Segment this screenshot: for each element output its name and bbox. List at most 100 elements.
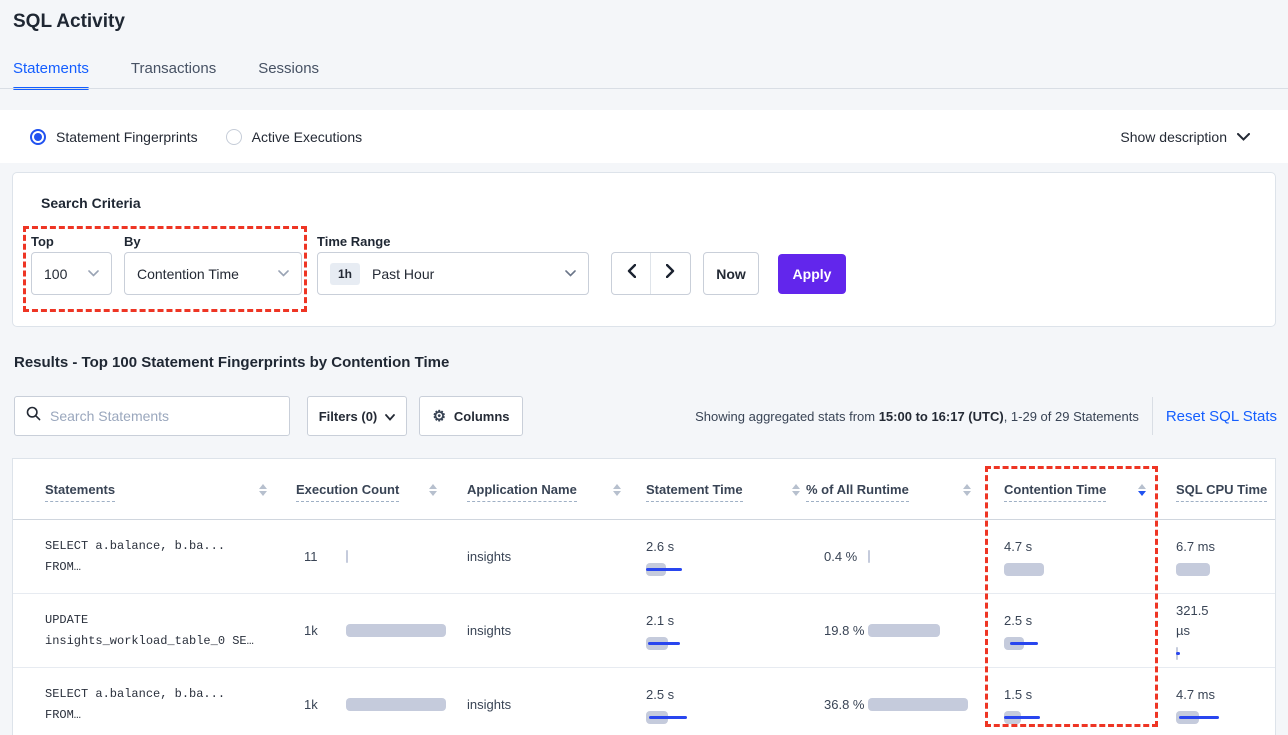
search-icon [26,406,41,426]
sort-icon-contention-time-desc[interactable] [1138,484,1146,496]
tab-transactions[interactable]: Transactions [131,60,216,90]
execution-count-cell: 1k [296,594,464,667]
sort-icon-execution-count[interactable] [429,484,437,496]
statement-time-cell: 2.5 s [646,668,796,735]
top-select-value: 100 [44,266,67,282]
sql-cpu-time-cell: 6.7 ms [1176,520,1271,593]
sql-cpu-time-bar [1176,711,1266,724]
statement-time-bar [646,711,756,724]
radio-label: Statement Fingerprints [56,129,198,145]
table-row[interactable]: SELECT a.balance, b.ba...FROM… 1k insigh… [13,668,1275,735]
results-heading: Results - Top 100 Statement Fingerprints… [14,354,449,371]
statement-time-bar [646,563,756,576]
header-execution-count[interactable]: Execution Count [296,482,399,497]
search-statements-input[interactable] [50,408,270,424]
show-description-label: Show description [1120,129,1227,145]
application-name-cell: insights [467,520,617,593]
time-range-stepper [611,252,691,295]
sql-cpu-time-bar [1176,647,1266,660]
results-toolbar: Filters (0) ⚙ Columns Showing aggregated… [14,396,1277,436]
gear-icon: ⚙ [432,409,445,424]
sort-icon-statement-time[interactable] [792,484,800,496]
execution-count-bar [346,550,456,563]
runtime-percent-bar [868,698,978,711]
now-button[interactable]: Now [703,252,759,295]
apply-button[interactable]: Apply [778,254,846,294]
contention-time-cell: 4.7 s [1004,520,1154,593]
columns-button[interactable]: ⚙ Columns [419,396,523,436]
previous-time-range-button[interactable] [612,253,651,294]
table-row[interactable]: UPDATEinsights_workload_table_0 SE… 1k i… [13,594,1275,668]
header-application-name[interactable]: Application Name [467,482,577,497]
sort-icon-application-name[interactable] [613,484,621,496]
execution-count-cell: 1k [296,668,464,735]
statement-cell[interactable]: SELECT a.balance, b.ba...FROM… [45,668,285,735]
runtime-percent-cell: 36.8 % [806,668,996,735]
next-time-range-button[interactable] [651,253,690,294]
tab-statements[interactable]: Statements [13,60,89,90]
sort-icon-statements[interactable] [259,484,267,496]
by-label: By [124,234,141,249]
radio-statement-fingerprints[interactable]: Statement Fingerprints [30,129,198,145]
radio-unselected-icon[interactable] [226,129,242,145]
statements-table: Statements Execution Count Application N… [12,458,1276,735]
sql-cpu-time-cell: 321.5 µs [1176,594,1271,667]
table-row[interactable]: SELECT a.balance, b.ba...FROM… 11 insigh… [13,520,1275,594]
search-criteria-card: Search Criteria Top 100 By Contention Ti… [12,172,1276,327]
application-name-cell: insights [467,668,617,735]
time-range-select[interactable]: 1h Past Hour [317,252,589,295]
chevron-down-icon [385,409,395,424]
contention-time-cell: 2.5 s [1004,594,1154,667]
chevron-down-icon [88,270,99,277]
statement-time-cell: 2.6 s [646,520,796,593]
search-statements-box[interactable] [14,396,290,436]
statement-cell[interactable]: SELECT a.balance, b.ba...FROM… [45,520,285,593]
view-mode-strip: Statement Fingerprints Active Executions… [0,110,1288,163]
execution-count-cell: 11 [296,520,464,593]
chevron-down-icon [565,270,576,277]
radio-active-executions[interactable]: Active Executions [226,129,363,145]
filters-button[interactable]: Filters (0) [307,396,407,436]
top-select[interactable]: 100 [31,252,112,295]
runtime-percent-bar [868,550,978,563]
execution-count-bar [346,698,456,711]
application-name-cell: insights [467,594,617,667]
chevron-down-icon [278,270,289,277]
show-description-toggle[interactable]: Show description [1120,110,1250,163]
statement-cell[interactable]: UPDATEinsights_workload_table_0 SE… [45,594,285,667]
sql-cpu-time-cell: 4.7 ms [1176,668,1271,735]
top-label: Top [31,234,54,249]
by-select[interactable]: Contention Time [124,252,302,295]
chevron-right-icon [666,264,675,283]
header-percent-all-runtime[interactable]: % of All Runtime [806,482,909,497]
vertical-divider [1152,397,1153,435]
page-title: SQL Activity [13,11,125,33]
contention-time-bar [1004,563,1114,576]
runtime-percent-bar [868,624,978,637]
header-statement-time[interactable]: Statement Time [646,482,743,497]
radio-label: Active Executions [252,129,363,145]
statement-time-cell: 2.1 s [646,594,796,667]
time-range-badge: 1h [330,263,360,285]
header-sql-cpu-time[interactable]: SQL CPU Time [1176,482,1267,497]
runtime-percent-cell: 19.8 % [806,594,996,667]
tabbar-divider [0,88,1288,89]
tab-sessions[interactable]: Sessions [258,60,319,90]
by-select-value: Contention Time [137,266,239,282]
contention-time-bar [1004,637,1114,650]
aggregated-stats-text: Showing aggregated stats from 15:00 to 1… [695,409,1139,424]
time-range-value: Past Hour [372,266,434,282]
header-contention-time[interactable]: Contention Time [1004,482,1106,497]
contention-time-cell: 1.5 s [1004,668,1154,735]
reset-sql-stats-link[interactable]: Reset SQL Stats [1166,408,1277,425]
time-range-label: Time Range [317,234,390,249]
stats-cluster: Showing aggregated stats from 15:00 to 1… [695,396,1277,436]
table-header-row: Statements Execution Count Application N… [13,459,1275,520]
radio-selected-icon[interactable] [30,129,46,145]
chevron-down-icon [1237,133,1250,141]
tab-bar: Statements Transactions Sessions [13,60,319,90]
view-mode-radio-group: Statement Fingerprints Active Executions [30,129,362,145]
sort-icon-percent-all-runtime[interactable] [963,484,971,496]
columns-button-label: Columns [454,409,510,424]
header-statements[interactable]: Statements [45,482,115,497]
